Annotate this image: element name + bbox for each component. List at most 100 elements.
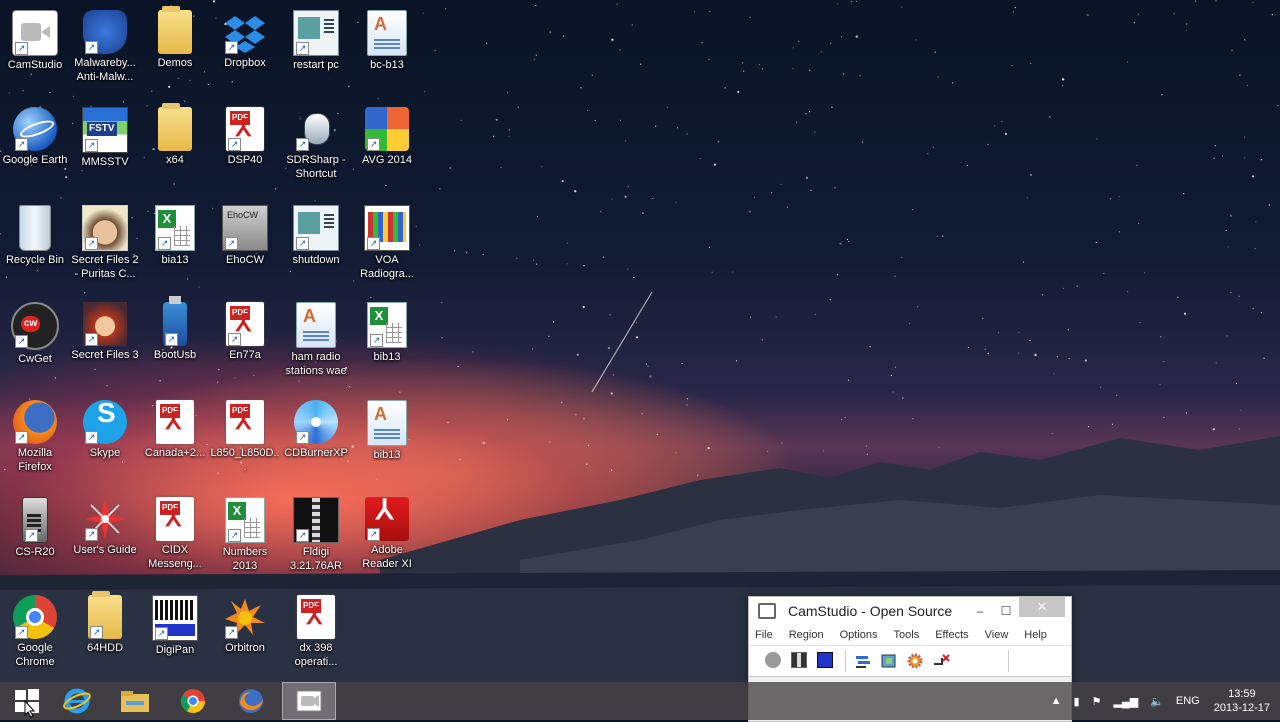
- volume-icon[interactable]: 🔈: [1150, 695, 1164, 708]
- desktop-icon-orbitron[interactable]: ↗ Orbitron: [210, 589, 280, 655]
- desktop-icon-label: En77a: [229, 349, 261, 361]
- desktop-icon-label: Fldigi 3.21.76AR: [290, 546, 342, 572]
- close-button[interactable]: ✕: [1019, 597, 1065, 617]
- firefox-icon: [239, 689, 263, 713]
- desktop-icon-label: CS-R20: [15, 546, 55, 558]
- desktop-icon-dx-398-operati[interactable]: PDF ⅄ dx 398 operati...: [281, 589, 351, 669]
- doc-icon: A: [367, 10, 407, 56]
- clock-date: 2013-12-17: [1213, 702, 1270, 714]
- desktop-icon-google-chrome[interactable]: ↗ Google Chrome: [0, 589, 70, 669]
- desktop-icon-skype[interactable]: S ↗ Skype: [70, 394, 140, 460]
- taskbar-file-explorer[interactable]: [108, 682, 162, 720]
- desktop-icon-label: restart pc: [293, 59, 339, 71]
- shortcut-arrow-icon: ↗: [296, 237, 309, 250]
- desktop-icon-64hdd[interactable]: ↗ 64HDD: [70, 589, 140, 655]
- desktop-icon-ehocw[interactable]: EhoCW ↗ EhoCW: [210, 199, 280, 267]
- menu-tools[interactable]: Tools: [894, 625, 920, 645]
- clock[interactable]: 13:59 2013-12-17: [1214, 687, 1270, 715]
- pause-button[interactable]: [791, 652, 809, 670]
- shortcut-arrow-icon: ↗: [25, 529, 38, 542]
- desktop-icon-malwareby-anti-malw[interactable]: ↗ Malwareby... Anti-Malw...: [70, 4, 140, 84]
- orbitron-icon: ↗: [223, 595, 267, 639]
- toolbar-separator-2: [1008, 650, 1009, 672]
- taskbar-internet-explorer[interactable]: [50, 682, 104, 720]
- desktop-icon-voa-radiogra[interactable]: ↗ VOA Radiogra...: [352, 199, 422, 281]
- desktop-icon-user-s-guide[interactable]: ↗ User's Guide: [70, 491, 140, 557]
- system-tray: ▲ ▮ ⚑ ▂▄▆ 🔈 ENG 13:59 2013-12-17: [1045, 682, 1280, 720]
- network-signal-icon[interactable]: ▂▄▆: [1113, 695, 1138, 708]
- taskbar-camstudio[interactable]: [282, 682, 336, 720]
- desktop-icon-cs-r20[interactable]: ↗ CS-R20: [0, 491, 70, 559]
- desktop-icon-bib13[interactable]: X ↗ bib13: [352, 296, 422, 364]
- pdf-icon: PDF ⅄: [156, 400, 194, 444]
- desktop-icon-shutdown[interactable]: ↗ shutdown: [281, 199, 351, 267]
- desktop-icon-avg-2014[interactable]: ↗ AVG 2014: [352, 101, 422, 167]
- menu-file[interactable]: File: [755, 625, 773, 645]
- language-indicator[interactable]: ENG: [1176, 695, 1200, 707]
- desktop-icon-bib13[interactable]: Abib13: [352, 394, 422, 462]
- maximize-button[interactable]: ☐: [993, 604, 1019, 618]
- stop-button[interactable]: [817, 652, 835, 670]
- desktop-icon-bc-b13[interactable]: Abc-b13: [352, 4, 422, 72]
- show-hidden-icons-icon[interactable]: ▲: [1051, 695, 1062, 707]
- desktop-icon-adobe-reader-xi[interactable]: ⅄ ↗ Adobe Reader XI: [352, 491, 422, 571]
- menu-help[interactable]: Help: [1024, 625, 1047, 645]
- screen-annotation-button[interactable]: [880, 652, 898, 670]
- desktop-icon-restart-pc[interactable]: ↗ restart pc: [281, 4, 351, 72]
- shortcut-arrow-icon: ↗: [165, 333, 178, 346]
- desktop-icon-en77a[interactable]: PDF ⅄ ↗ En77a: [210, 296, 280, 362]
- malwarebytes-icon: ↗: [83, 10, 127, 54]
- desktop-icon-demos[interactable]: Demos: [140, 4, 210, 70]
- menu-options[interactable]: Options: [840, 625, 878, 645]
- shortcut-arrow-icon: ↗: [225, 626, 238, 639]
- desktop-icon-label: 64HDD: [86, 642, 124, 654]
- desktop-icon-l850-l850d[interactable]: PDF ⅄ L850_L850D...: [210, 394, 280, 474]
- title-bar[interactable]: CamStudio - Open Source – ☐ ✕: [749, 597, 1071, 625]
- video-annotation-button[interactable]: [932, 652, 950, 670]
- mmsstv-icon: FSTV ↗: [82, 107, 128, 153]
- desktop-icon-camstudio[interactable]: ↗ CamStudio: [0, 4, 70, 72]
- desktop-icon-bia13[interactable]: X ↗ bia13: [140, 199, 210, 267]
- desktop-icon-x64[interactable]: x64: [140, 101, 210, 167]
- taskbar-firefox[interactable]: [224, 682, 278, 720]
- action-center-flag-icon[interactable]: ⚑: [1092, 695, 1102, 708]
- desktop-icon-recycle-bin[interactable]: Recycle Bin: [0, 199, 70, 267]
- desktop-icon-sdrsharp-shortcut[interactable]: ↗ SDRSharp - Shortcut: [281, 101, 351, 181]
- desktop-icon-numbers-2013[interactable]: X ↗ Numbers 2013: [210, 491, 280, 573]
- pdf-icon: PDF ⅄ ↗: [226, 302, 264, 346]
- desktop-icon-cwget[interactable]: cw ↗ CwGet: [0, 296, 70, 366]
- cd-icon: ↗: [294, 400, 338, 444]
- shortcut-arrow-icon: ↗: [228, 333, 241, 346]
- desktop-icon-google-earth[interactable]: ↗ Google Earth: [0, 101, 70, 167]
- desktop-icon-label: shutdown: [292, 254, 340, 266]
- desktop-icon-secret-files-3[interactable]: ↗ Secret Files 3: [70, 296, 140, 362]
- shortcut-arrow-icon: ↗: [296, 42, 309, 55]
- desktop-icon-mmsstv[interactable]: FSTV ↗ MMSSTV: [70, 101, 140, 169]
- menu-effects[interactable]: Effects: [935, 625, 968, 645]
- desktop-icon-ham-radio-stations-wae[interactable]: Aham radio stations wae: [281, 296, 351, 378]
- face2-icon: ↗: [83, 302, 127, 346]
- taskbar-chrome[interactable]: [166, 682, 220, 720]
- minimize-button[interactable]: –: [967, 604, 993, 618]
- menu-view[interactable]: View: [985, 625, 1009, 645]
- desktop-icon-digipan[interactable]: ↗ DigiPan: [140, 589, 210, 657]
- menu-region[interactable]: Region: [789, 625, 824, 645]
- desktop-icon-cdburnerxp[interactable]: ↗ CDBurnerXP: [281, 394, 351, 460]
- desktop-icon-fldigi-3-21-76ar[interactable]: ↗ Fldigi 3.21.76AR: [281, 491, 351, 573]
- desktop-icon-bootusb[interactable]: ↗ BootUsb: [140, 296, 210, 362]
- shortcut-arrow-icon: ↗: [228, 138, 241, 151]
- skype-icon: S ↗: [83, 399, 127, 444]
- mouse-icon: ↗: [294, 107, 338, 151]
- desktop-icon-cidx-messeng[interactable]: PDF ⅄ CIDX Messeng...: [140, 491, 210, 571]
- region-button[interactable]: [854, 652, 872, 670]
- options-gear-icon[interactable]: [906, 652, 924, 670]
- device-icon[interactable]: ▮: [1074, 695, 1080, 708]
- desktop-icon-dsp40[interactable]: PDF ⅄ ↗ DSP40: [210, 101, 280, 167]
- dropbox-icon: ↗: [223, 10, 267, 54]
- desktop-icon-secret-files-2-puritas-c[interactable]: ↗ Secret Files 2 - Puritas C...: [70, 199, 140, 281]
- desktop-icon-dropbox[interactable]: ↗ Dropbox: [210, 4, 280, 70]
- desktop-icon-canada-2[interactable]: PDF ⅄ Canada+2...: [140, 394, 210, 460]
- record-button[interactable]: [765, 652, 783, 670]
- desktop-icon-mozilla-firefox[interactable]: ↗ Mozilla Firefox: [0, 394, 70, 474]
- desktop-icon-label: bc-b13: [370, 59, 404, 71]
